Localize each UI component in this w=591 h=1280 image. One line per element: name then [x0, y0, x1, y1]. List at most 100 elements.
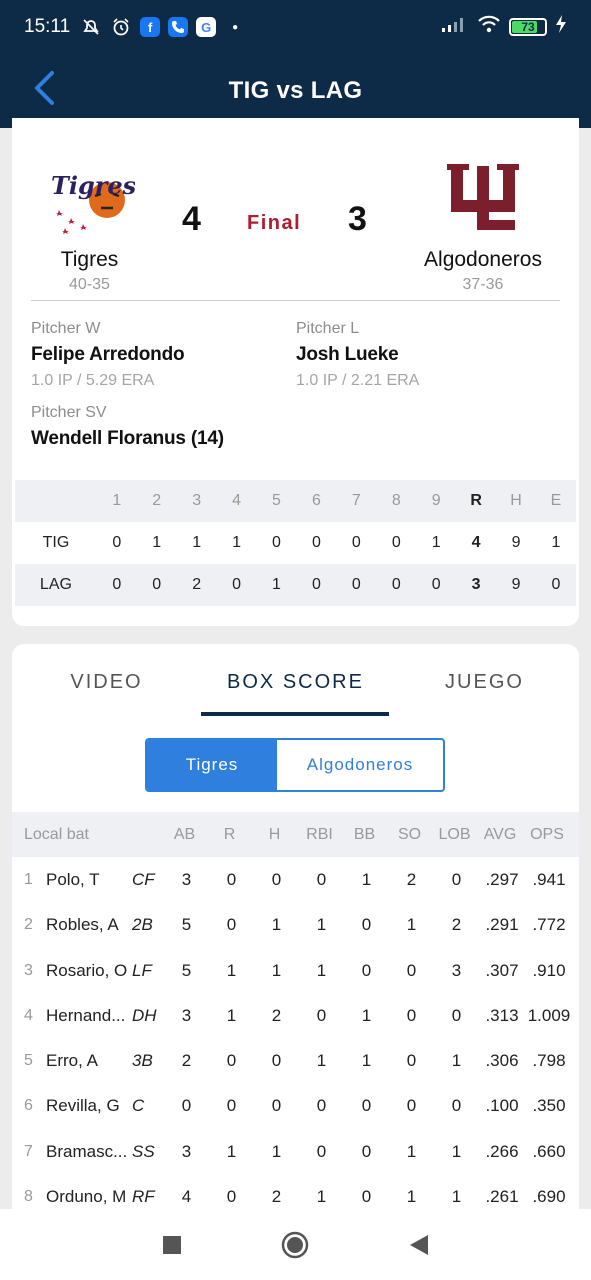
- alarm-icon: [110, 16, 132, 38]
- stat-cell: 4: [181, 1187, 192, 1207]
- linescore-team: TIG: [42, 534, 70, 551]
- losing-pitcher-name: Josh Lueke: [296, 344, 399, 365]
- stat-cell: 1: [271, 960, 282, 980]
- batter-position: LF: [132, 960, 152, 980]
- inning-score: 1: [232, 534, 242, 551]
- back-nav-button[interactable]: [395, 1221, 443, 1269]
- batting-table: Local bat AB R H RBI BB SO LOB AVG OPS 1…: [12, 812, 579, 1220]
- stat-cell: 1: [451, 1051, 462, 1071]
- column-header: OPS: [530, 825, 564, 843]
- batter-name: Revilla, G: [46, 1096, 120, 1116]
- stat-cell: 0: [361, 960, 372, 980]
- stat-cell: 1: [226, 1141, 237, 1161]
- away-team-name: Algodoneros: [424, 248, 542, 271]
- stat-cell: 0: [271, 1051, 282, 1071]
- signal-icon: [441, 15, 469, 39]
- inning-header: 4: [232, 492, 242, 509]
- batter-row[interactable]: 2 Robles, A 2B 5 0 1 1 0 1 2 .291 .772: [12, 903, 579, 948]
- batting-table-label: Local bat: [24, 825, 89, 843]
- muted-notifications-icon: [80, 16, 102, 38]
- tab-box-score[interactable]: BOX SCORE: [201, 644, 390, 718]
- home-score: 4: [182, 200, 201, 238]
- inning-score: 0: [152, 576, 162, 593]
- batting-order: 8: [24, 1188, 33, 1206]
- column-header: RBI: [306, 825, 333, 843]
- batter-row[interactable]: 7 Bramasc... SS 3 1 1 0 0 1 1 .266 .660: [12, 1129, 579, 1174]
- back-button[interactable]: [22, 66, 66, 110]
- stat-cell: 5: [181, 915, 192, 935]
- home-button[interactable]: [271, 1221, 319, 1269]
- batter-position: RF: [132, 1187, 155, 1207]
- column-header: R: [223, 825, 236, 843]
- winning-pitcher-name: Felipe Arredondo: [31, 344, 185, 365]
- save-pitcher[interactable]: Pitcher SV Wendell Floranus (14): [31, 404, 224, 450]
- batter-row[interactable]: 6 Revilla, G C 0 0 0 0 0 0 0 .100 .350: [12, 1084, 579, 1129]
- game-summary-card: Tigres Tigres 40-35 4 Final 3 Algodonero…: [12, 118, 579, 626]
- inning-header: 5: [272, 492, 281, 509]
- winning-pitcher-label: Pitcher W: [31, 320, 101, 337]
- batting-order: 1: [24, 870, 33, 888]
- batter-name: Polo, T: [46, 869, 100, 889]
- column-header: AB: [173, 825, 196, 843]
- column-header: H: [268, 825, 281, 843]
- errors-header: E: [550, 492, 562, 509]
- batter-row[interactable]: 3 Rosario, O LF 5 1 1 1 0 0 3 .307 .910: [12, 948, 579, 993]
- column-header: LOB: [438, 825, 471, 843]
- batter-name: Bramasc...: [46, 1141, 128, 1161]
- top-bar: 15:11 f G ● 73 TIG vs LAG: [0, 0, 591, 128]
- inning-header: 6: [311, 492, 321, 509]
- batter-position: DH: [132, 1005, 157, 1025]
- stat-cell: 1: [316, 960, 327, 980]
- stat-cell: 1: [406, 915, 417, 935]
- batter-position: 3B: [132, 1051, 153, 1071]
- stat-cell: 1: [226, 1005, 237, 1025]
- inning-score: 0: [311, 576, 321, 593]
- page-title: TIG vs LAG: [228, 77, 363, 104]
- inning-score: 0: [112, 576, 122, 593]
- stat-cell: 1: [361, 1051, 372, 1071]
- inning-score: 0: [351, 534, 361, 551]
- team-toggle-home[interactable]: Tigres: [147, 740, 277, 790]
- total-hits: 9: [511, 576, 521, 593]
- batting-order: 3: [24, 961, 33, 979]
- app-root: 15:11 f G ● 73 TIG vs LAG Tigres Tigres …: [0, 0, 591, 1280]
- stat-cell: 1: [226, 960, 237, 980]
- batter-row[interactable]: 1 Polo, T CF 3 0 0 0 1 2 0 .297 .941: [12, 857, 579, 902]
- batter-row[interactable]: 5 Erro, A 3B 2 0 0 1 1 0 1 .306 .798: [12, 1038, 579, 1083]
- batter-row[interactable]: 4 Hernand... DH 3 1 2 0 1 0 0 .313 1.009: [12, 993, 579, 1038]
- home-team-name: Tigres: [60, 248, 119, 271]
- away-team[interactable]: Algodoneros 37-36: [408, 158, 558, 294]
- home-team[interactable]: Tigres Tigres 40-35: [22, 158, 157, 294]
- tab-video[interactable]: VIDEO: [12, 644, 201, 718]
- winning-pitcher[interactable]: Pitcher W Felipe Arredondo 1.0 IP / 5.29…: [31, 320, 185, 390]
- team-toggle: Tigres Algodoneros: [145, 738, 445, 792]
- stat-cell: 0: [451, 1096, 462, 1116]
- stat-cell: .266: [485, 1141, 519, 1161]
- stat-cell: .660: [532, 1141, 566, 1161]
- total-errors: 0: [551, 576, 561, 593]
- stat-cell: 0: [406, 1096, 417, 1116]
- linescore-table: 1 2 3 4 5 6 7 8 9 R H E TIG 0 1 1 1 0 0: [15, 480, 576, 606]
- algodoneros-logo: [408, 158, 558, 238]
- stat-cell: .350: [532, 1096, 566, 1116]
- recent-apps-button[interactable]: [148, 1221, 196, 1269]
- losing-pitcher[interactable]: Pitcher L Josh Lueke 1.0 IP / 2.21 ERA: [296, 320, 419, 390]
- tab-juego[interactable]: JUEGO: [390, 644, 579, 718]
- stat-cell: 1: [316, 1051, 327, 1071]
- stat-cell: 0: [406, 1051, 417, 1071]
- team-toggle-away[interactable]: Algodoneros: [277, 740, 443, 790]
- inning-score: 1: [152, 534, 162, 551]
- inning-score: 0: [232, 576, 242, 593]
- stat-cell: 0: [406, 1005, 417, 1025]
- linescore-row-home: TIG 0 1 1 1 0 0 0 0 1 4 9 1: [15, 522, 576, 564]
- batter-name: Robles, A: [46, 915, 119, 935]
- batter-position: 2B: [132, 915, 153, 935]
- stat-cell: 2: [271, 1005, 282, 1025]
- stat-cell: 1: [406, 1187, 417, 1207]
- google-icon: G: [196, 17, 217, 37]
- stat-cell: 0: [361, 1096, 372, 1116]
- stat-cell: 2: [181, 1051, 192, 1071]
- tigres-logo: Tigres: [22, 158, 157, 238]
- chevron-left-icon: [35, 71, 54, 105]
- linescore-header: 1 2 3 4 5 6 7 8 9 R H E: [15, 480, 576, 522]
